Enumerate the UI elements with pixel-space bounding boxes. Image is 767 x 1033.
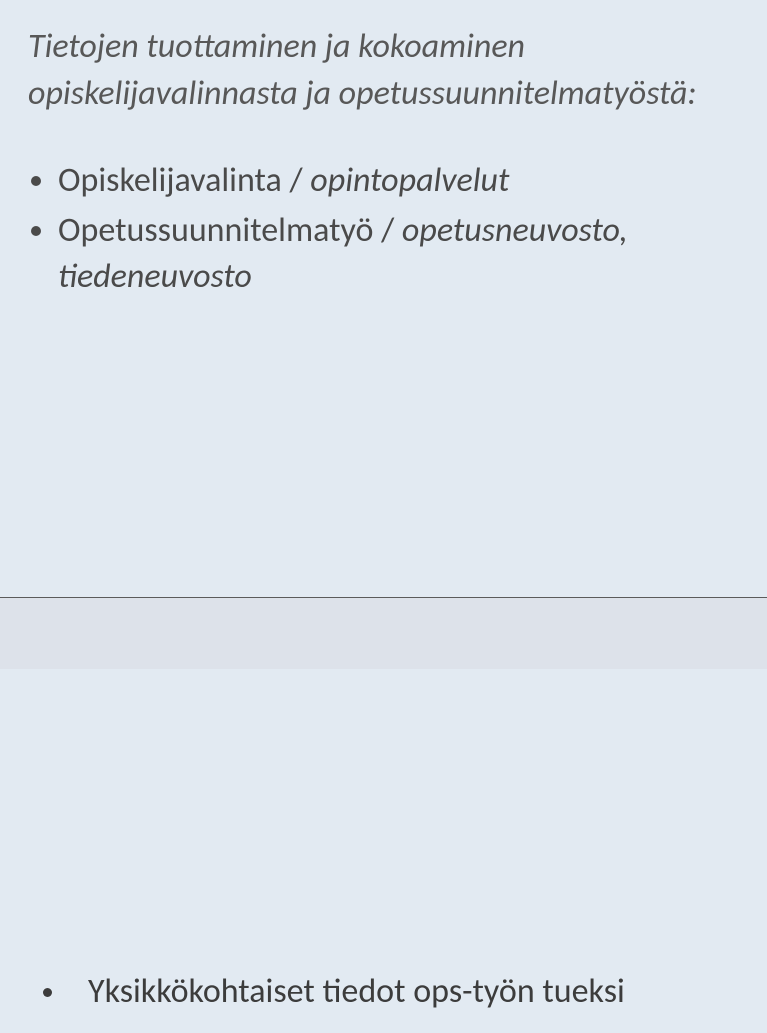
top-section: Tietojen tuottaminen ja kokoaminen opisk… [0,0,767,597]
list-item: Opetussuunnitelmatyö / opetusneuvosto, t… [58,208,739,300]
list-item-italic: opintopalvelut [310,160,509,201]
top-list: Opiskelijavalinta / opintopalvelut Opetu… [28,158,739,300]
mid-band [0,598,767,669]
list-item-plain: Opiskelijavalinta / [58,160,310,201]
list-item-plain: Opetussuunnitelmatyö / [58,210,402,251]
list-item: Yksikkökohtaiset tiedot ops-työn tueksi [68,969,625,1015]
section-heading: Tietojen tuottaminen ja kokoaminen opisk… [28,24,739,118]
bottom-section: Yksikkökohtaiset tiedot ops-työn tueksi [0,669,767,1033]
bottom-list: Yksikkökohtaiset tiedot ops-työn tueksi [48,969,625,1015]
list-item: Opiskelijavalinta / opintopalvelut [58,158,739,204]
